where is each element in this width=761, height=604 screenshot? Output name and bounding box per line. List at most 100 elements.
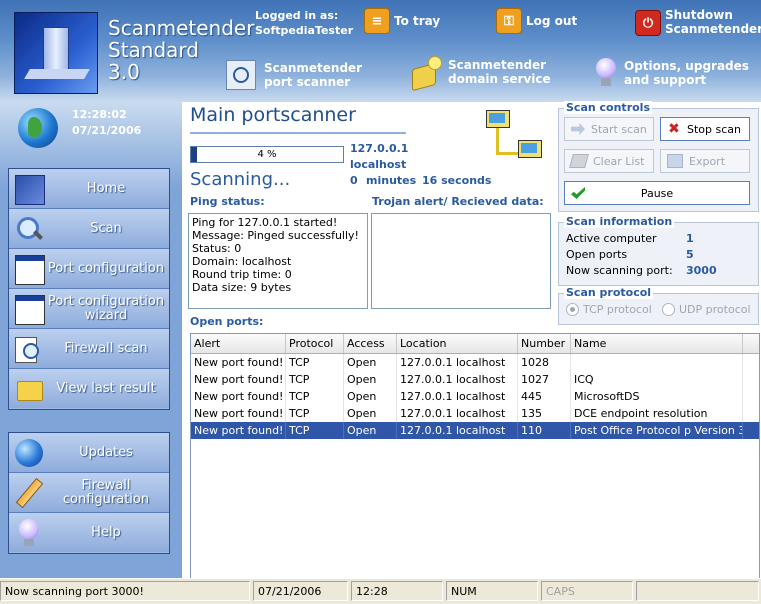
nav-view-last-result[interactable]: View last result <box>9 369 169 408</box>
table-body: New port found! TCP Open 127.0.0.1 localhos… <box>191 354 759 439</box>
open-ports-count-label: Open ports <box>566 248 628 261</box>
nav-firewall-configuration-label: Firewall configuration <box>62 477 150 507</box>
tcp-protocol-radio[interactable]: TCP protocol <box>566 303 652 316</box>
scan-protocol-title: Scan protocol <box>564 286 654 299</box>
firewall-scan-icon <box>15 335 43 363</box>
nav-firewall-scan[interactable]: Firewall scan <box>9 329 169 369</box>
export-button[interactable]: Export <box>660 149 750 173</box>
udp-protocol-radio[interactable]: UDP protocol <box>662 303 751 316</box>
ping-line: Ping for 127.0.0.1 started! <box>192 216 338 229</box>
nav-port-configuration[interactable]: Port configuration <box>9 249 169 289</box>
cell-location: 127.0.0.1 localhost <box>397 422 518 439</box>
nav-port-configuration-wizard-label: Port configuration wizard <box>47 293 165 323</box>
key-icon: ⚿ <box>496 8 522 34</box>
table-row[interactable]: New port found! TCP Open 127.0.0.1 localhos… <box>191 371 759 388</box>
window-icon <box>15 255 45 285</box>
nav-scan[interactable]: Scan <box>9 209 169 249</box>
column-header-protocol[interactable]: Protocol <box>286 334 344 353</box>
cell-number: 135 <box>518 405 571 422</box>
options-support-button[interactable]: Options, upgrades and support <box>594 58 749 88</box>
scan-controls-title: Scan controls <box>564 101 652 114</box>
ping-line: Status: 0 <box>192 242 242 255</box>
start-scan-button[interactable]: Start scan <box>564 117 654 141</box>
status-bar: Now scanning port 3000! 07/21/2006 12:28… <box>0 578 761 604</box>
nav-home-label: Home <box>86 180 126 196</box>
ping-line: Round trip time: 0 <box>192 268 292 281</box>
cell-access: Open <box>344 354 397 371</box>
tcp-protocol-label: TCP protocol <box>583 303 652 316</box>
cell-location: 127.0.0.1 localhost <box>397 405 518 422</box>
export-label: Export <box>689 154 726 168</box>
shutdown-label-line2: Scanmetender <box>665 22 761 36</box>
stop-x-icon: ✖ <box>668 121 680 137</box>
scan-progress-bar: 4 % <box>190 146 344 163</box>
options-label-line2: and support <box>624 73 707 87</box>
radio-selected-icon <box>566 303 579 316</box>
scan-information-title: Scan information <box>564 215 675 228</box>
column-header-name[interactable]: Name <box>571 334 743 353</box>
to-tray-button[interactable]: ≡ To tray <box>364 8 440 34</box>
eraser-icon <box>569 154 589 168</box>
trojan-alert-box[interactable] <box>371 213 551 309</box>
cell-alert: New port found! <box>191 422 286 439</box>
port-scanner-label-line2: port scanner <box>264 75 351 89</box>
to-tray-label: To tray <box>394 14 441 28</box>
domain-service-label-line1: Scanmetender <box>448 58 547 72</box>
domain-service-button[interactable]: Scanmetender domain service <box>410 56 551 92</box>
column-header-location[interactable]: Location <box>397 334 518 353</box>
clock-date: 07/21/2006 <box>72 124 142 137</box>
target-host: localhost <box>350 158 407 171</box>
logged-in-username: SoftpediaTester <box>255 24 354 37</box>
cell-name: Post Office Protocol p Version 3 <box>571 422 743 439</box>
cell-filler <box>743 371 759 388</box>
network-bulb-icon <box>410 56 442 92</box>
pause-button[interactable]: Pause <box>564 181 750 205</box>
table-row[interactable]: New port found! TCP Open 127.0.0.1 localhos… <box>191 388 759 405</box>
lightbulb-icon <box>594 58 618 88</box>
logged-in-label: Logged in as: <box>255 9 339 22</box>
nav-view-last-result-label: View last result <box>56 380 156 396</box>
cell-alert: New port found! <box>191 405 286 422</box>
table-row[interactable]: New port found! TCP Open 127.0.0.1 localhos… <box>191 405 759 422</box>
port-scanner-button[interactable]: Scanmetender port scanner <box>226 60 362 90</box>
scanning-status: Scanning... <box>190 169 291 190</box>
check-arrow-icon <box>571 187 585 199</box>
product-name-line2: Standard <box>108 38 199 62</box>
status-date: 07/21/2006 <box>253 581 348 601</box>
active-computer-value: 1 <box>686 232 694 245</box>
home-icon <box>15 175 45 205</box>
nav-group-secondary: Updates Firewall configuration Help <box>8 432 170 554</box>
app-header: Scanmetender Standard 3.0 Logged in as: … <box>0 0 761 102</box>
globe-icon <box>15 439 43 467</box>
cell-filler <box>743 405 759 422</box>
table-row[interactable]: New port found! TCP Open 127.0.0.1 localhos… <box>191 354 759 371</box>
elapsed-seconds: 16 seconds <box>422 174 492 187</box>
now-scanning-value: 3000 <box>686 264 717 277</box>
column-header-access[interactable]: Access <box>344 334 397 353</box>
cell-location: 127.0.0.1 localhost <box>397 388 518 405</box>
table-row[interactable]: New port found! TCP Open 127.0.0.1 localhos… <box>191 422 759 439</box>
ping-status-box[interactable]: Ping for 127.0.0.1 started! Message: Pin… <box>188 213 368 309</box>
ping-line: Message: Pinged successfully! <box>192 229 359 242</box>
nav-firewall-configuration[interactable]: Firewall configuration <box>9 473 169 513</box>
column-header-alert[interactable]: Alert <box>191 334 286 353</box>
nav-help-label: Help <box>91 524 121 540</box>
stop-scan-button[interactable]: ✖ Stop scan <box>660 117 750 141</box>
nav-help[interactable]: Help <box>9 513 169 552</box>
log-out-button[interactable]: ⚿ Log out <box>496 8 577 34</box>
clear-list-button[interactable]: Clear List <box>564 149 654 173</box>
nav-port-configuration-wizard[interactable]: Port configuration wizard <box>9 289 169 329</box>
nav-home[interactable]: Home <box>9 169 169 209</box>
cell-filler <box>743 388 759 405</box>
minutes-label: minutes <box>366 174 417 187</box>
product-name-line1: Scanmetender <box>108 16 255 40</box>
lightbulb-icon <box>15 519 43 547</box>
cell-location: 127.0.0.1 localhost <box>397 371 518 388</box>
page-title: Main portscanner <box>190 104 356 126</box>
status-extra <box>636 581 759 601</box>
shutdown-button[interactable]: ⏻ Shutdown Scanmetender <box>635 8 761 36</box>
pencil-icon <box>15 477 44 509</box>
nav-updates[interactable]: Updates <box>9 433 169 473</box>
column-header-number[interactable]: Number <box>518 334 571 353</box>
open-ports-table[interactable]: Alert Protocol Access Location Number Na… <box>190 333 760 579</box>
